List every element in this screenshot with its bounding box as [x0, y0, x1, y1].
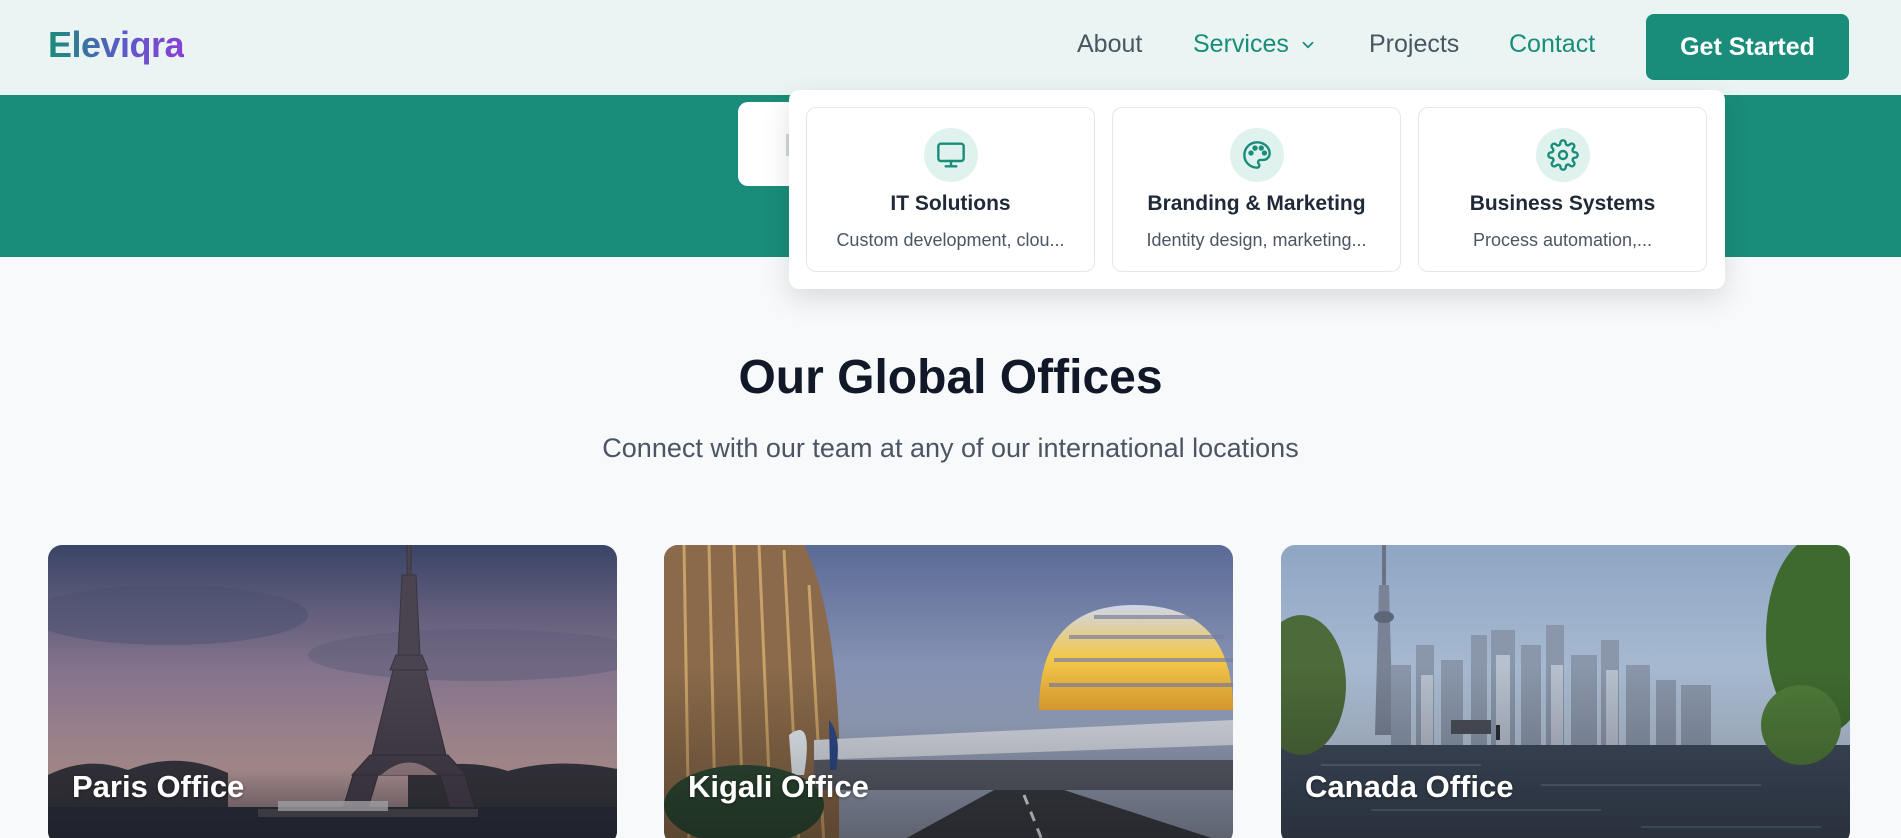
- service-card-title: Business Systems: [1469, 192, 1656, 215]
- service-card-it-solutions[interactable]: IT Solutions Custom development, clou...: [806, 107, 1095, 272]
- nav-services-label: Services: [1193, 30, 1289, 58]
- nav-services[interactable]: Services: [1193, 30, 1317, 59]
- office-label: Canada Office: [1305, 769, 1514, 804]
- site-header: Eleviqra About Services Projects Contact…: [0, 0, 1901, 95]
- section-subtitle: Connect with our team at any of our inte…: [602, 433, 1299, 463]
- gear-icon: [1536, 128, 1590, 182]
- service-card-description: Custom development, clou...: [836, 230, 1065, 250]
- palette-icon: [1230, 128, 1284, 182]
- section-title: Our Global Offices: [738, 351, 1163, 404]
- service-card-description: Process automation,...: [1472, 230, 1653, 250]
- service-card-branding-marketing[interactable]: Branding & Marketing Identity design, ma…: [1112, 107, 1401, 272]
- monitor-icon: [924, 128, 978, 182]
- office-card-kigali[interactable]: Kigali Office: [664, 545, 1233, 838]
- service-card-business-systems[interactable]: Business Systems Process automation,...: [1418, 107, 1707, 272]
- get-started-button[interactable]: Get Started: [1646, 14, 1849, 80]
- office-card-canada[interactable]: Canada Office: [1281, 545, 1850, 838]
- chevron-down-icon: [1302, 41, 1314, 48]
- logo[interactable]: Eleviqra: [48, 24, 185, 66]
- services-dropdown: IT Solutions Custom development, clou...…: [789, 90, 1725, 289]
- service-card-description: Identity design, marketing...: [1146, 230, 1367, 250]
- office-label: Kigali Office: [688, 769, 869, 804]
- service-card-title: IT Solutions: [890, 192, 1011, 215]
- nav-projects[interactable]: Projects: [1369, 30, 1459, 59]
- nav-about[interactable]: About: [1077, 30, 1142, 59]
- service-card-title: Branding & Marketing: [1147, 192, 1366, 215]
- office-card-paris[interactable]: Paris Office: [48, 545, 617, 838]
- nav-contact[interactable]: Contact: [1509, 30, 1595, 59]
- office-label: Paris Office: [72, 769, 245, 804]
